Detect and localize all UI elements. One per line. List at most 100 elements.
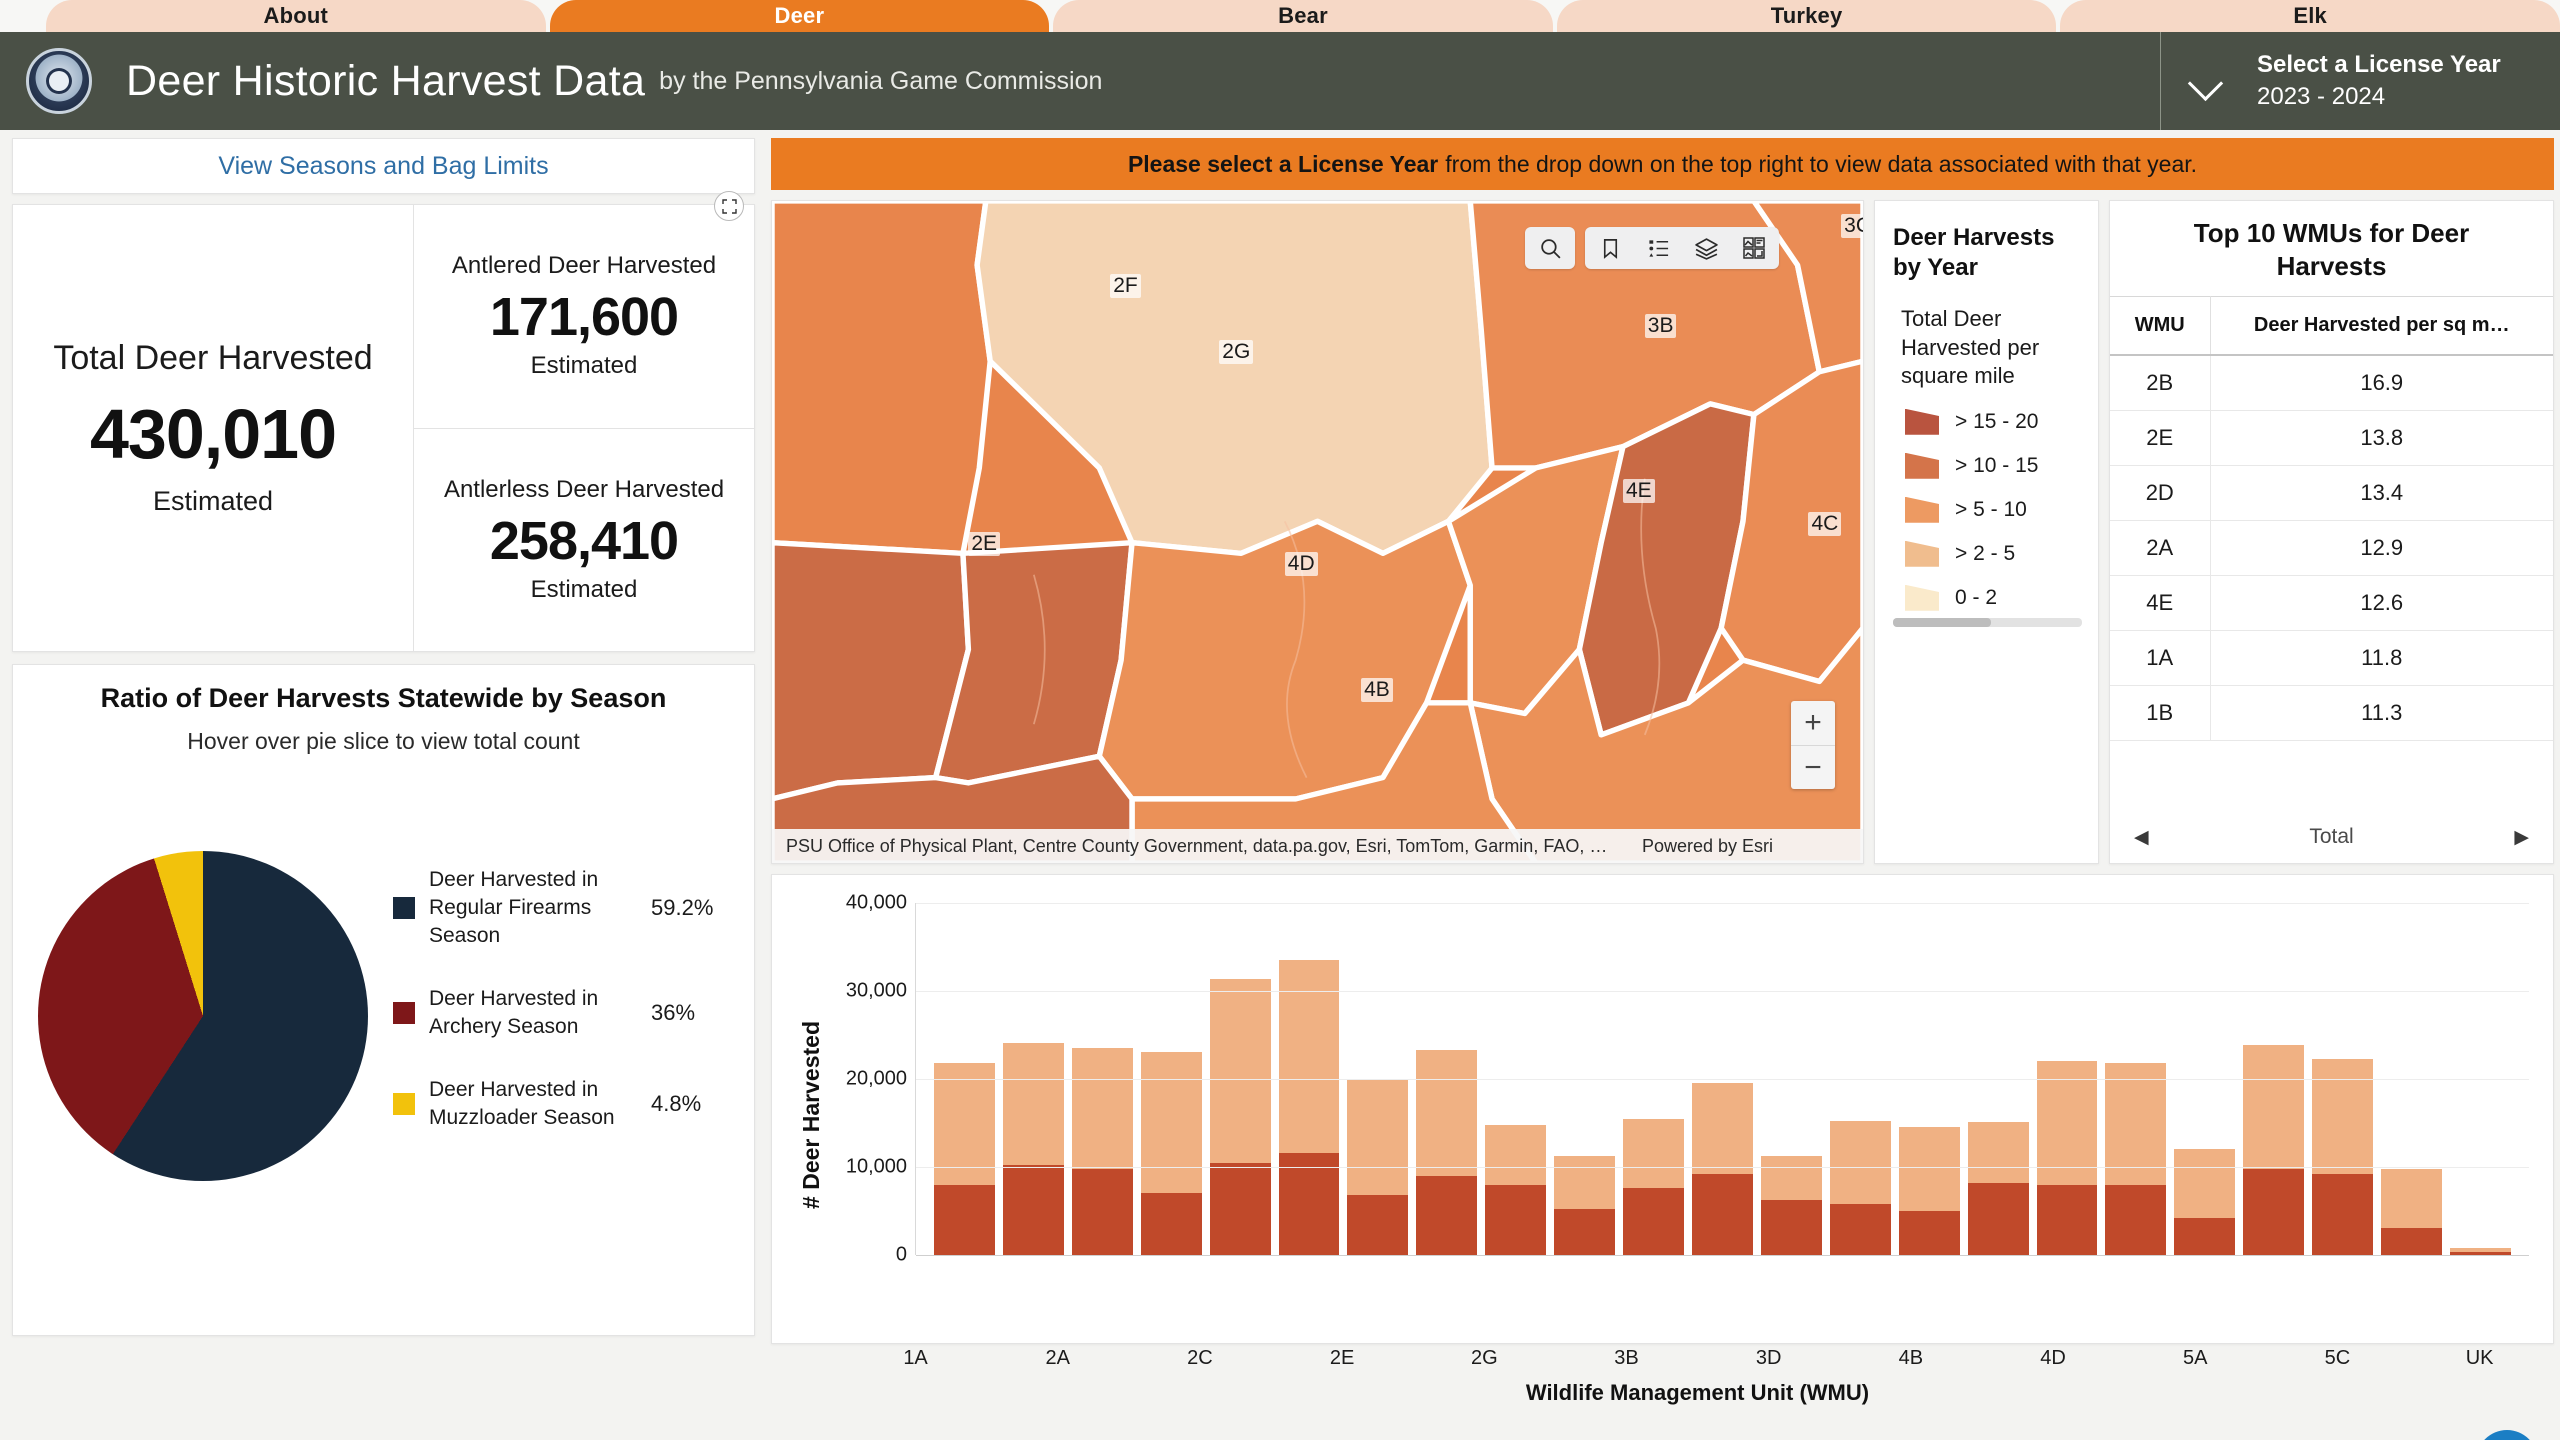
harvest-by-wmu-bar-chart[interactable]: # Deer Harvested 010,00020,00030,00040,0… xyxy=(771,874,2554,1344)
pie-legend-item[interactable]: Deer Harvested in Regular Firearms Seaso… xyxy=(393,866,728,951)
bar-segment-antlered[interactable] xyxy=(1623,1188,1684,1255)
basemap-gallery-icon[interactable] xyxy=(1739,233,1769,263)
bar-segment-antlered[interactable] xyxy=(2174,1218,2235,1255)
legend-title: Deer Harvests by Year xyxy=(1893,223,2082,283)
bar-segment-antlerless[interactable] xyxy=(1072,1048,1133,1169)
bar-segment-antlered[interactable] xyxy=(1416,1176,1477,1255)
pie-chart[interactable] xyxy=(38,851,368,1181)
map-search-group[interactable] xyxy=(1525,227,1575,269)
column-header-wmu[interactable]: WMU xyxy=(2110,297,2210,356)
bar-segment-antlered[interactable] xyxy=(1279,1153,1340,1255)
bar-segment-antlerless[interactable] xyxy=(1279,960,1340,1153)
bar-segment-antlered[interactable] xyxy=(2243,1169,2304,1255)
table-row[interactable]: 2A12.9 xyxy=(2110,521,2553,576)
bar-segment-antlered[interactable] xyxy=(1968,1183,2029,1255)
table-row[interactable]: 2D13.4 xyxy=(2110,466,2553,521)
bar-segment-antlered[interactable] xyxy=(2105,1185,2166,1255)
bar-segment-antlerless[interactable] xyxy=(2381,1169,2442,1228)
nav-tab-elk[interactable]: Elk xyxy=(2060,0,2560,32)
x-tick-label: 5A xyxy=(2164,1347,2227,1370)
bar-segment-antlerless[interactable] xyxy=(1899,1127,1960,1211)
bar-segment-antlered[interactable] xyxy=(1072,1169,1133,1255)
wmu-choropleth-map[interactable]: 2F2G3B3C2E4D4E4C4B xyxy=(771,200,1864,864)
total-estimated-note: Estimated xyxy=(153,486,273,517)
bar-segment-antlerless[interactable] xyxy=(1692,1083,1753,1174)
license-year-selector[interactable]: Select a License Year 2023 - 2024 xyxy=(2160,32,2560,130)
bar-segment-antlered[interactable] xyxy=(2381,1228,2442,1255)
bar-segment-antlerless[interactable] xyxy=(2174,1149,2235,1219)
bar-segment-antlered[interactable] xyxy=(1347,1195,1408,1255)
legend-swatch xyxy=(1905,541,1939,567)
x-tick-label: 4D xyxy=(2022,1347,2085,1370)
view-seasons-bag-limits-link[interactable]: View Seasons and Bag Limits xyxy=(12,138,755,194)
bar-segment-antlered[interactable] xyxy=(1830,1204,1891,1255)
bar-segment-antlerless[interactable] xyxy=(1416,1050,1477,1176)
bookmark-icon[interactable] xyxy=(1595,233,1625,263)
bar-segment-antlerless[interactable] xyxy=(1761,1156,1822,1201)
bar-segment-antlered[interactable] xyxy=(2037,1185,2098,1255)
map-toolbar[interactable] xyxy=(1525,227,1779,269)
top10-title: Top 10 WMUs for Deer Harvests xyxy=(2110,201,2553,296)
total-deer-harvested-stat: Total Deer Harvested 430,010 Estimated xyxy=(13,205,414,651)
bar-segment-antlered[interactable] xyxy=(1210,1163,1271,1255)
table-row[interactable]: 2B16.9 xyxy=(2110,355,2553,411)
bar-segment-antlered[interactable] xyxy=(1485,1185,1546,1255)
table-row[interactable]: 2E13.8 xyxy=(2110,411,2553,466)
bar-segment-antlerless[interactable] xyxy=(1003,1043,1064,1165)
pie-legend-item[interactable]: Deer Harvested in Archery Season36% xyxy=(393,985,728,1042)
cell-harvest-density: 13.8 xyxy=(2210,411,2553,466)
bar-segment-antlered[interactable] xyxy=(1554,1209,1615,1255)
bar-segment-antlerless[interactable] xyxy=(1830,1121,1891,1204)
legend-scrollbar[interactable] xyxy=(1893,618,2082,627)
season-ratio-pie-card: Ratio of Deer Harvests Statewide by Seas… xyxy=(12,664,755,1336)
bar-segment-antlerless[interactable] xyxy=(1623,1119,1684,1189)
pie-legend-item[interactable]: Deer Harvested in Muzzloader Season4.8% xyxy=(393,1076,728,1133)
table-row[interactable]: 4E12.6 xyxy=(2110,576,2553,631)
nav-tab-turkey[interactable]: Turkey xyxy=(1557,0,2057,32)
bar-segment-antlered[interactable] xyxy=(1141,1193,1202,1255)
license-year-label: Select a License Year xyxy=(2257,49,2501,81)
column-header-harvest-density[interactable]: Deer Harvested per sq m… xyxy=(2210,297,2553,356)
map-widgets-group[interactable] xyxy=(1585,227,1779,269)
zoom-in-button[interactable]: + xyxy=(1791,701,1835,745)
layers-icon[interactable] xyxy=(1691,233,1721,263)
cell-harvest-density: 11.8 xyxy=(2210,631,2553,686)
zoom-out-button[interactable]: − xyxy=(1791,745,1835,789)
expand-icon[interactable] xyxy=(714,191,744,221)
legend-item: 0 - 2 xyxy=(1905,585,2082,611)
bar-segment-antlered[interactable] xyxy=(1761,1200,1822,1255)
bar-segment-antlerless[interactable] xyxy=(1554,1156,1615,1209)
bar-segment-antlered[interactable] xyxy=(1692,1174,1753,1255)
pie-chart-title: Ratio of Deer Harvests Statewide by Seas… xyxy=(13,683,754,714)
bar-segment-antlerless[interactable] xyxy=(1141,1052,1202,1194)
table-row[interactable]: 1A11.8 xyxy=(2110,631,2553,686)
search-icon[interactable] xyxy=(1535,233,1565,263)
bar-segment-antlerless[interactable] xyxy=(2243,1045,2304,1169)
bar-segment-antlerless[interactable] xyxy=(1485,1125,1546,1186)
nav-tab-deer[interactable]: Deer xyxy=(550,0,1050,32)
bar-segment-antlered[interactable] xyxy=(1003,1165,1064,1255)
legend-list-icon[interactable] xyxy=(1643,233,1673,263)
bar-segment-antlered[interactable] xyxy=(1899,1211,1960,1255)
y-tick-label: 20,000 xyxy=(846,1068,907,1091)
map-zoom-controls[interactable]: + − xyxy=(1791,701,1835,789)
bar-segment-antlerless[interactable] xyxy=(1347,1080,1408,1195)
bar-segment-antlerless[interactable] xyxy=(1968,1122,2029,1183)
antlered-label: Antlered Deer Harvested xyxy=(452,252,716,280)
map-canvas[interactable] xyxy=(772,201,1863,863)
nav-tab-about[interactable]: About xyxy=(46,0,546,32)
chevron-down-icon xyxy=(2189,71,2225,91)
bar-segment-antlerless[interactable] xyxy=(2312,1059,2373,1174)
table-row[interactable]: 1B11.3 xyxy=(2110,686,2553,741)
nav-tab-bear[interactable]: Bear xyxy=(1053,0,1553,32)
bar-segment-antlered[interactable] xyxy=(2312,1174,2373,1255)
top10-wmus-panel: Top 10 WMUs for Deer Harvests WMU Deer H… xyxy=(2109,200,2554,864)
bar-segment-antlerless[interactable] xyxy=(1210,979,1271,1164)
left-column: View Seasons and Bag Limits Total Deer H… xyxy=(0,130,765,1440)
caret-left-icon[interactable]: ◀ xyxy=(2134,826,2149,849)
caret-right-icon[interactable]: ▶ xyxy=(2514,826,2529,849)
bar-segment-antlered[interactable] xyxy=(934,1185,995,1255)
harvest-stats-panel: Total Deer Harvested 430,010 Estimated A… xyxy=(12,204,755,652)
bar-chart-y-axis-label: # Deer Harvested xyxy=(798,1021,825,1209)
powered-by-esri: Powered by Esri xyxy=(1642,836,1849,857)
